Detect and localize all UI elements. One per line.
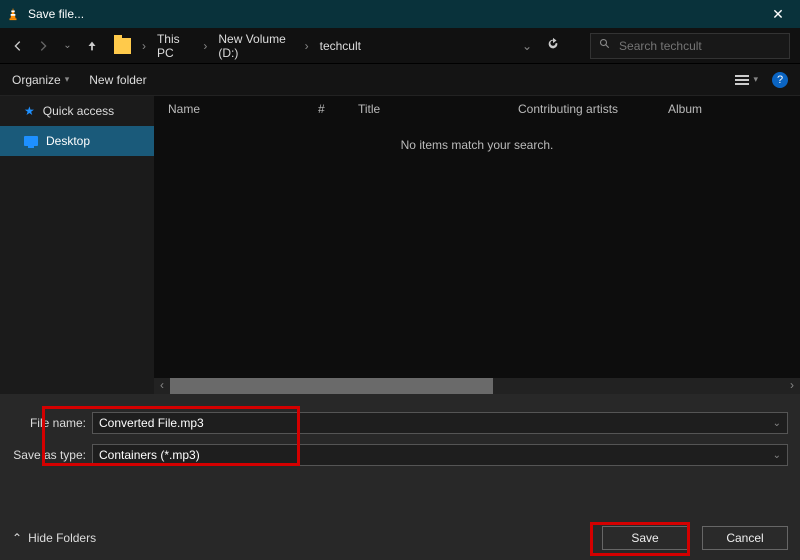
- breadcrumb-root[interactable]: This PC: [157, 32, 192, 60]
- forward-button[interactable]: [35, 36, 52, 56]
- col-name[interactable]: Name: [168, 102, 318, 116]
- button-row: ⌃ Hide Folders Save Cancel: [12, 526, 788, 550]
- bottom-panel: File name: Converted File.mp3 ⌄ Save as …: [0, 394, 800, 560]
- file-list-pane: Name # Title Contributing artists Album …: [154, 96, 800, 394]
- filename-label: File name:: [12, 416, 92, 430]
- col-album[interactable]: Album: [668, 102, 800, 116]
- back-button[interactable]: [10, 36, 27, 56]
- chevron-right-icon: ›: [305, 39, 309, 53]
- savetype-label: Save as type:: [12, 448, 92, 462]
- savetype-select[interactable]: Containers (*.mp3) ⌄: [92, 444, 788, 466]
- organize-label: Organize: [12, 73, 61, 87]
- title-bar: Save file... ✕: [0, 0, 800, 28]
- hide-folders-button[interactable]: ⌃ Hide Folders: [12, 531, 96, 545]
- chevron-down-icon[interactable]: ⌄: [773, 418, 781, 429]
- chevron-down-icon: ▾: [753, 74, 758, 85]
- column-headers: Name # Title Contributing artists Album: [154, 96, 800, 122]
- filename-row: File name: Converted File.mp3 ⌄: [12, 410, 788, 436]
- organize-button[interactable]: Organize ▾: [12, 73, 69, 87]
- filename-value: Converted File.mp3: [99, 416, 204, 430]
- col-title[interactable]: Title: [358, 102, 518, 116]
- cancel-button[interactable]: Cancel: [702, 526, 788, 550]
- recent-dropdown[interactable]: ⌄: [59, 36, 76, 56]
- sidebar-item-desktop[interactable]: Desktop: [0, 126, 154, 156]
- folder-icon: [114, 38, 131, 54]
- toolbar: Organize ▾ New folder ▾ ?: [0, 64, 800, 96]
- new-folder-button[interactable]: New folder: [89, 73, 146, 87]
- sidebar-item-label: Quick access: [43, 104, 114, 118]
- sidebar-item-quick-access[interactable]: ★ Quick access: [0, 96, 154, 126]
- sidebar: ★ Quick access Desktop: [0, 96, 154, 394]
- search-input[interactable]: [619, 39, 781, 53]
- help-button[interactable]: ?: [772, 72, 788, 88]
- chevron-down-icon[interactable]: ⌄: [773, 450, 781, 461]
- chevron-up-icon: ⌃: [12, 531, 22, 545]
- desktop-icon: [24, 136, 38, 146]
- hide-folders-label: Hide Folders: [28, 531, 96, 545]
- scroll-right-icon[interactable]: ›: [784, 378, 800, 394]
- up-button[interactable]: [84, 36, 101, 56]
- chevron-down-icon: ▾: [65, 74, 70, 85]
- vlc-icon: [6, 7, 20, 21]
- filename-input[interactable]: Converted File.mp3 ⌄: [92, 412, 788, 434]
- savetype-value: Containers (*.mp3): [99, 448, 200, 462]
- breadcrumb-mid[interactable]: New Volume (D:): [218, 32, 293, 60]
- star-icon: ★: [24, 104, 35, 118]
- refresh-button[interactable]: [546, 37, 560, 54]
- save-button[interactable]: Save: [602, 526, 688, 550]
- horizontal-scrollbar[interactable]: ‹ ›: [154, 378, 800, 394]
- sidebar-item-label: Desktop: [46, 134, 90, 148]
- chevron-right-icon: ›: [203, 39, 207, 53]
- nav-bar: ⌄ › This PC › New Volume (D:) › techcult…: [0, 28, 800, 64]
- search-icon: [599, 38, 611, 53]
- breadcrumb-leaf[interactable]: techcult: [320, 39, 361, 53]
- savetype-row: Save as type: Containers (*.mp3) ⌄: [12, 442, 788, 468]
- list-view-icon: [735, 75, 749, 85]
- main-area: ★ Quick access Desktop Name # Title Cont…: [0, 96, 800, 394]
- close-button[interactable]: ✕: [756, 6, 800, 23]
- chevron-right-icon: ›: [142, 39, 146, 53]
- window-title: Save file...: [28, 7, 756, 21]
- empty-message: No items match your search.: [154, 138, 800, 152]
- scrollbar-thumb[interactable]: [170, 378, 493, 394]
- search-box[interactable]: [590, 33, 790, 59]
- view-button[interactable]: ▾: [735, 74, 758, 85]
- breadcrumb-dropdown[interactable]: ⌄: [522, 39, 532, 53]
- col-number[interactable]: #: [318, 102, 358, 116]
- scroll-left-icon[interactable]: ‹: [154, 378, 170, 394]
- col-contributing[interactable]: Contributing artists: [518, 102, 668, 116]
